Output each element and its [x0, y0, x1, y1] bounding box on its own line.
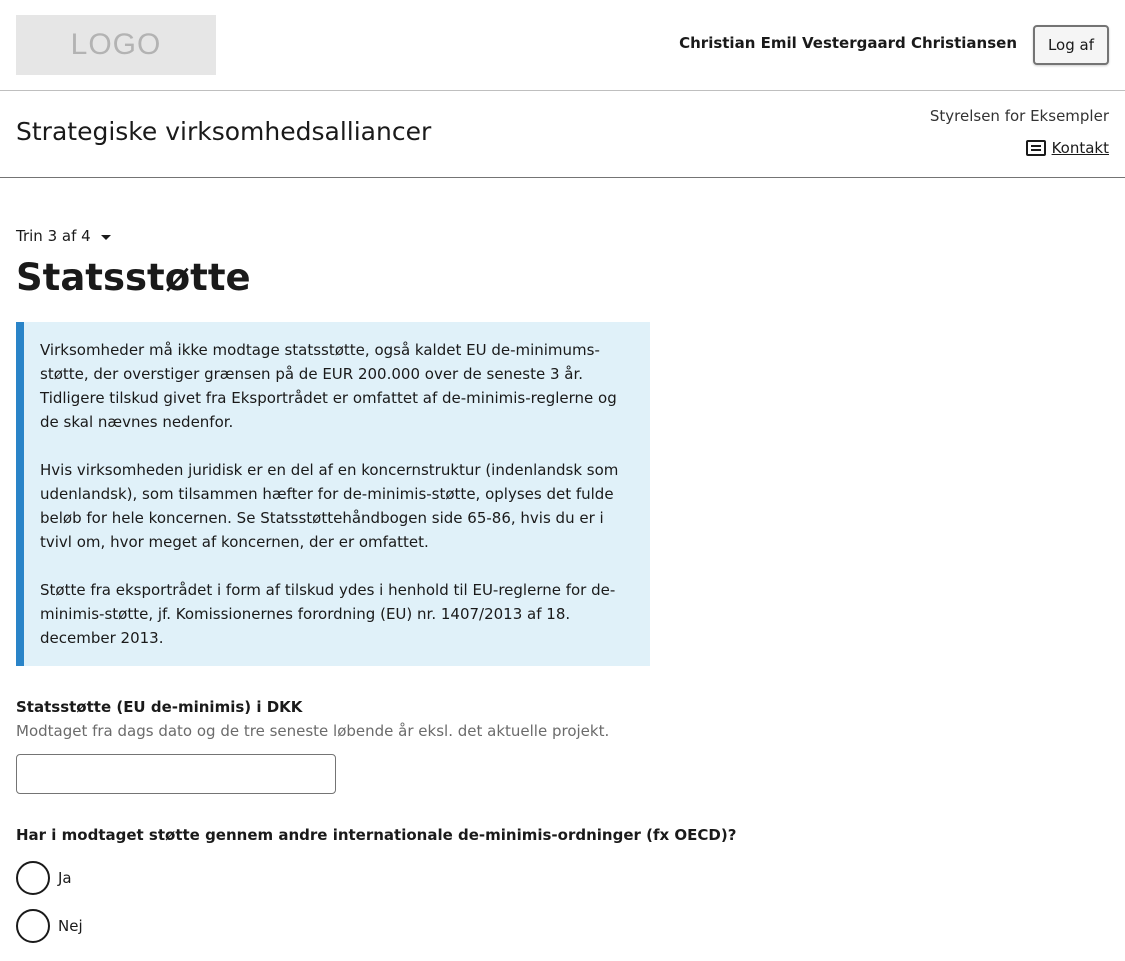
page-title: Statsstøtte: [16, 256, 251, 299]
top-header: LOGO Christian Emil Vestergaard Christia…: [0, 0, 1125, 91]
radio-option-ja[interactable]: Ja: [16, 861, 72, 895]
caret-down-icon: [100, 235, 111, 240]
step-label: Trin 3 af 4: [16, 227, 91, 245]
info-paragraph-1: Virksomheder må ikke modtage statsstøtte…: [40, 341, 617, 431]
info-paragraph-3: Støtte fra eksportrådet i form af tilsku…: [40, 581, 616, 647]
contact-link-container[interactable]: Kontakt: [1025, 139, 1109, 157]
logout-button[interactable]: Log af: [1033, 25, 1109, 65]
radio-label: Ja: [58, 869, 72, 887]
amount-field-hint: Modtaget fra dags dato og de tre seneste…: [16, 722, 610, 740]
info-box: Virksomheder må ikke modtage statsstøtte…: [16, 322, 650, 666]
amount-field-label: Statsstøtte (EU de-minimis) i DKK: [16, 698, 303, 716]
message-icon: [1025, 140, 1046, 156]
logo-text: LOGO: [70, 28, 162, 61]
user-name: Christian Emil Vestergaard Christiansen: [679, 34, 1017, 52]
amount-input[interactable]: [16, 754, 336, 794]
step-indicator[interactable]: Trin 3 af 4: [16, 227, 111, 245]
logo[interactable]: LOGO: [16, 15, 216, 75]
sub-header: Strategiske virksomhedsalliancer Styrels…: [0, 91, 1125, 178]
authority-name: Styrelsen for Eksempler: [929, 107, 1109, 125]
radio-button[interactable]: [16, 909, 50, 943]
radio-option-nej[interactable]: Nej: [16, 909, 83, 943]
service-title: Strategiske virksomhedsalliancer: [16, 117, 432, 146]
info-paragraph-2: Hvis virksomheden juridisk er en del af …: [40, 461, 619, 551]
radio-label: Nej: [58, 917, 83, 935]
contact-link[interactable]: Kontakt: [1052, 139, 1109, 157]
international-support-question: Har i modtaget støtte gennem andre inter…: [16, 826, 737, 844]
radio-button[interactable]: [16, 861, 50, 895]
